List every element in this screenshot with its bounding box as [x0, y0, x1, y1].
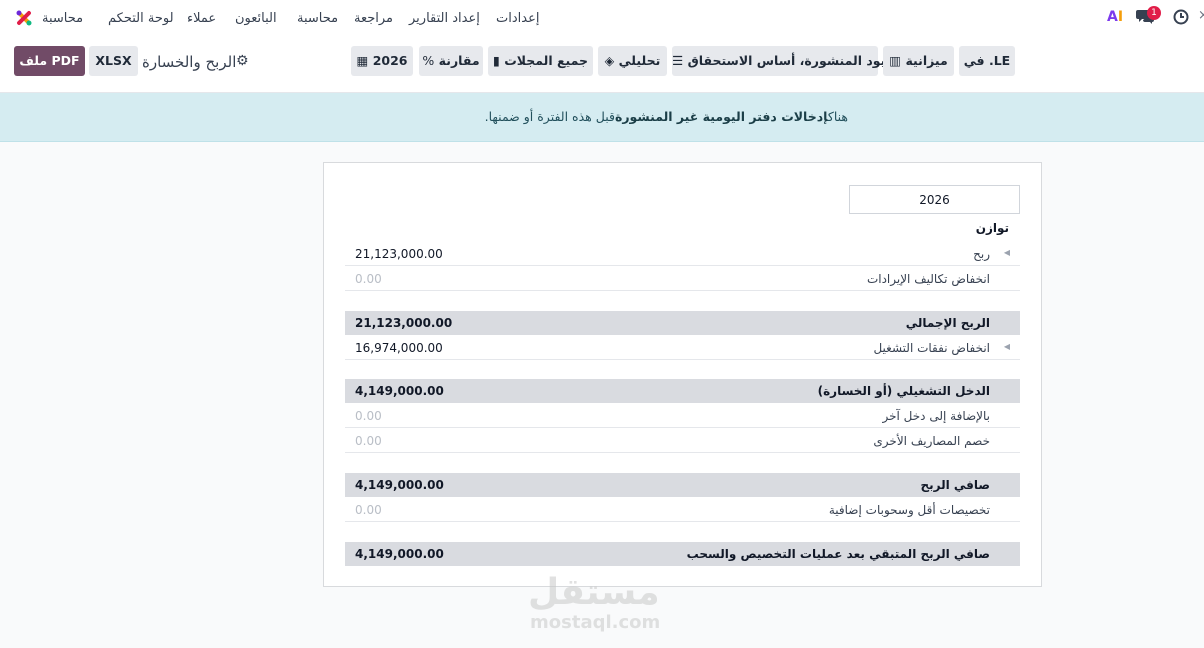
row-label: خصم المصاريف الأخرى [873, 434, 990, 448]
period-column-header[interactable]: 2026 [849, 185, 1020, 214]
alert-text: هناكإدخالات دفتر اليومية غير المنشورةقبل… [485, 109, 848, 124]
row-label: صافي الربح [920, 478, 990, 492]
control-panel: ملف PDF XLSX الربح والخسارة ⚙ ▦ 2026 % م… [0, 38, 1204, 93]
alert-suffix: قبل هذه الفترة أو ضمنها. [484, 109, 615, 124]
date-filter-label: 2026 [372, 53, 408, 68]
report-row-net-profit: صافي الربح 4,149,000.00 [345, 473, 1020, 497]
balance-column-header: توازن [975, 221, 1009, 235]
alert-link[interactable]: إدخالات دفتر اليومية غير المنشورة [615, 109, 828, 124]
comparison-filter-button[interactable]: % مقارنة [419, 46, 483, 76]
row-label: الربح الإجمالي [905, 316, 990, 330]
comparison-filter-label: مقارنة [438, 53, 480, 68]
report-row-operating-expenses[interactable]: ◀ انخفاض نفقات التشغيل 16,974,000.00 [345, 336, 1020, 360]
row-value: 21,123,000.00 [355, 316, 453, 330]
entries-filter-label: القيود المنشورة، أساس الاستحقاق [687, 53, 904, 68]
row-value: 16,974,000.00 [355, 341, 443, 355]
row-label: انخفاض تكاليف الإيرادات [866, 272, 990, 286]
top-navbar: محاسبة لوحة التحكم عملاء البائعون محاسبة… [0, 0, 1204, 38]
bar-chart-icon: ▥ [889, 53, 902, 68]
row-value: 4,149,000.00 [355, 384, 444, 398]
row-value: 0.00 [355, 272, 382, 286]
journals-filter-button[interactable]: ▮ جميع المجلات [488, 46, 593, 76]
report-card: 2026 توازن ◀ ربح 21,123,000.00 انخفاض تك… [323, 162, 1042, 587]
layers-icon: ◈ [604, 53, 615, 68]
budget-filter-label: ميزانية [905, 53, 948, 68]
nav-app-name[interactable]: محاسبة [42, 11, 83, 26]
watermark-logo: مستقل [528, 572, 660, 613]
date-filter-button[interactable]: ▦ 2026 [351, 46, 413, 76]
nav-vendors[interactable]: البائعون [235, 11, 277, 26]
budget-filter-button[interactable]: ▥ ميزانية [883, 46, 954, 76]
caret-left-icon: ◀ [1003, 248, 1010, 257]
currency-filter-button[interactable]: في .LE [959, 46, 1015, 76]
row-label: بالإضافة إلى دخل آخر [882, 409, 990, 423]
sliders-icon: ☰ [672, 53, 684, 68]
report-title: الربح والخسارة [142, 53, 237, 71]
report-row-other-income: بالإضافة إلى دخل آخر 0.00 [345, 404, 1020, 428]
analytic-filter-button[interactable]: ◈ تحليلي [598, 46, 667, 76]
report-row-allocations: تخصيصات أقل وسحوبات إضافية 0.00 [345, 498, 1020, 522]
analytic-filter-label: تحليلي [618, 53, 661, 68]
nav-customers[interactable]: عملاء [187, 11, 216, 26]
app-logo-icon[interactable] [14, 8, 34, 28]
close-icon[interactable]: × [1198, 8, 1204, 23]
xlsx-export-button[interactable]: XLSX [89, 46, 138, 76]
report-row-revenue[interactable]: ◀ ربح 21,123,000.00 [345, 242, 1020, 266]
row-value: 21,123,000.00 [355, 247, 443, 261]
alert-prefix: هناك [827, 109, 848, 124]
row-label: صافي الربح المتبقي بعد عمليات التخصيص وا… [686, 547, 990, 561]
report-row-cost-of-revenue: انخفاض تكاليف الإيرادات 0.00 [345, 267, 1020, 291]
nav-settings[interactable]: إعدادات [496, 11, 539, 26]
row-label: انخفاض نفقات التشغيل [873, 341, 990, 355]
nav-reporting[interactable]: إعداد التقارير [409, 11, 480, 26]
row-label: ربح [973, 247, 990, 261]
notification-badge: 1 [1147, 6, 1161, 20]
watermark-url: mostaql.com [530, 612, 661, 633]
caret-left-icon: ◀ [1003, 342, 1010, 351]
row-value: 4,149,000.00 [355, 478, 444, 492]
gear-icon[interactable]: ⚙ [236, 53, 249, 69]
row-value: 4,149,000.00 [355, 547, 444, 561]
report-row-gross-profit: الربح الإجمالي 21,123,000.00 [345, 311, 1020, 335]
unposted-entries-alert: هناكإدخالات دفتر اليومية غير المنشورةقبل… [0, 93, 1204, 142]
nav-review[interactable]: مراجعة [354, 11, 393, 26]
clock-icon[interactable] [1173, 9, 1189, 29]
nav-accounting[interactable]: محاسبة [297, 11, 338, 26]
row-value: 0.00 [355, 409, 382, 423]
row-label: تخصيصات أقل وسحوبات إضافية [828, 503, 990, 517]
entries-filter-button[interactable]: ☰ القيود المنشورة، أساس الاستحقاق [672, 46, 904, 76]
row-value: 0.00 [355, 434, 382, 448]
report-row-operating-income: الدخل التشغيلي (أو الخسارة) 4,149,000.00 [345, 379, 1020, 403]
row-value: 0.00 [355, 503, 382, 517]
percent-icon: % [422, 53, 435, 68]
report-row-other-expenses: خصم المصاريف الأخرى 0.00 [345, 429, 1020, 453]
calendar-icon: ▦ [356, 53, 369, 68]
ai-icon[interactable]: AI [1107, 9, 1123, 25]
book-icon: ▮ [492, 53, 500, 68]
pdf-export-button[interactable]: ملف PDF [14, 46, 85, 76]
report-row-retained-profit: صافي الربح المتبقي بعد عمليات التخصيص وا… [345, 542, 1020, 566]
nav-dashboard[interactable]: لوحة التحكم [108, 11, 174, 26]
journals-filter-label: جميع المجلات [504, 53, 589, 68]
row-label: الدخل التشغيلي (أو الخسارة) [817, 384, 990, 398]
